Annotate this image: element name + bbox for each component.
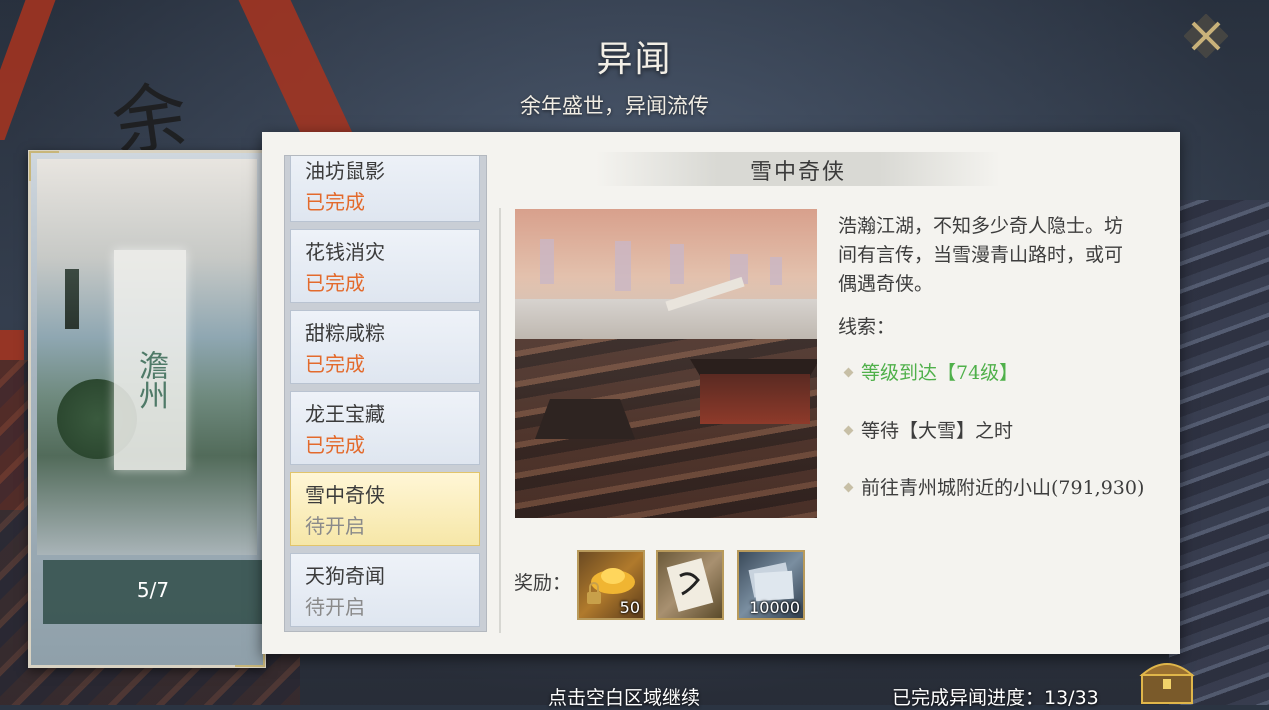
detail-title: 雪中奇侠 <box>749 160 846 185</box>
quest-list[interactable]: 油坊鼠影 已完成 花钱消灾 已完成 甜粽咸粽 已完成 龙王宝藏 已完成 雪中奇侠… <box>284 155 487 632</box>
panel-divider <box>499 208 501 633</box>
clue-text: 等待【大雪】之时 <box>861 420 1014 442</box>
quest-name: 天狗奇闻 <box>305 564 385 588</box>
clue-item: 等待【大雪】之时 <box>843 416 1014 443</box>
scene-tower <box>540 239 554 284</box>
reward-label: 奖励： <box>514 572 572 594</box>
diamond-bullet-icon <box>843 482 854 492</box>
background-city-right <box>1169 200 1269 705</box>
region-tower <box>65 269 79 329</box>
treasure-chest-icon <box>1139 663 1195 704</box>
quest-description: 浩瀚江湖，不知多少奇人隐士。坊间有言传，当雪漫青山路时，或可偶遇奇侠。 <box>838 215 1124 295</box>
reward-slot[interactable]: 10000 <box>737 550 805 620</box>
quest-item[interactable]: 甜粽咸粽 已完成 <box>290 310 480 384</box>
quest-item[interactable]: 花钱消灾 已完成 <box>290 229 480 303</box>
scene-tower <box>770 257 782 285</box>
clue-text: 等级到达【74级】 <box>861 362 1019 384</box>
clue-item: 等级到达【74级】 <box>843 358 1019 385</box>
quest-status: 待开启 <box>305 514 365 538</box>
continue-hint: 点击空白区域继续 <box>548 687 701 709</box>
region-progress: 5/7 <box>136 578 170 602</box>
treasure-chest-button[interactable] <box>1134 655 1200 705</box>
completion-progress: 已完成异闻进度：13/33 <box>892 687 1099 709</box>
quest-name: 花钱消灾 <box>305 240 385 264</box>
reward-slot[interactable] <box>656 550 724 620</box>
quest-name: 甜粽咸粽 <box>305 321 385 345</box>
page-subtitle: 余年盛世，异闻流传 <box>520 94 709 118</box>
reward-slot[interactable]: 50 <box>577 550 645 620</box>
close-icon <box>1183 13 1229 59</box>
scene-hall <box>700 374 810 424</box>
scroll-icon <box>666 558 714 612</box>
clue-text: 前往青州城附近的小山(791,930) <box>861 477 1145 499</box>
quest-item[interactable]: 龙王宝藏 已完成 <box>290 391 480 465</box>
quest-item-selected[interactable]: 雪中奇侠 待开启 <box>290 472 480 546</box>
scene-pagoda <box>535 399 635 439</box>
quest-status: 已完成 <box>305 271 365 295</box>
scene-tower <box>670 244 684 284</box>
card-corner-ornament <box>235 637 265 667</box>
diamond-bullet-icon <box>843 367 854 377</box>
close-button[interactable] <box>1183 13 1229 59</box>
region-name: 澹州 <box>133 350 168 410</box>
quest-status: 待开启 <box>305 595 365 619</box>
clue-label: 线索： <box>838 316 896 338</box>
quest-name: 雪中奇侠 <box>305 483 385 507</box>
reward-count: 50 <box>619 598 640 617</box>
quest-item[interactable]: 天狗奇闻 待开启 <box>290 553 480 627</box>
quest-item[interactable]: 油坊鼠影 已完成 <box>290 156 480 222</box>
clue-item[interactable]: 前往青州城附近的小山(791,930) <box>843 473 1145 500</box>
page-title: 异闻 <box>596 39 673 80</box>
diamond-bullet-icon <box>843 425 854 435</box>
card-corner-ornament <box>29 151 59 181</box>
quest-status: 已完成 <box>305 352 365 376</box>
quest-status: 已完成 <box>305 190 365 214</box>
quest-status: 已完成 <box>305 433 365 457</box>
scene-tower <box>615 241 631 291</box>
quest-illustration <box>515 209 817 518</box>
reward-count: 10000 <box>749 598 800 617</box>
quest-name: 油坊鼠影 <box>305 159 385 183</box>
quest-name: 龙王宝藏 <box>305 402 385 426</box>
